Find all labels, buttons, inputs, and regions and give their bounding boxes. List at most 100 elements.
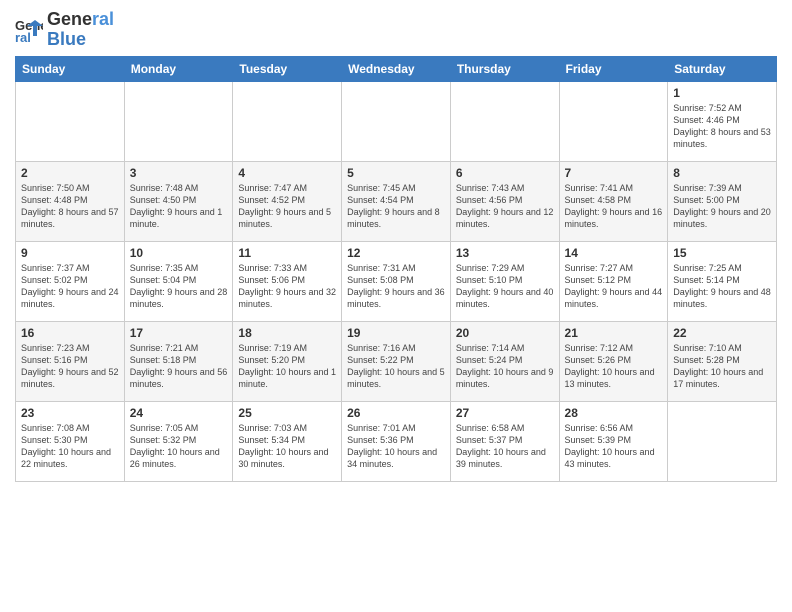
calendar-week-5: 23 Sunrise: 7:08 AM Sunset: 5:30 PM Dayli… bbox=[16, 401, 777, 481]
calendar-cell: 25 Sunrise: 7:03 AM Sunset: 5:34 PM Dayli… bbox=[233, 401, 342, 481]
weekday-header-wednesday: Wednesday bbox=[342, 56, 451, 81]
logo: Gene ral GeneralBlue bbox=[15, 10, 114, 50]
calendar-cell bbox=[342, 81, 451, 161]
day-info: Sunrise: 7:08 AM Sunset: 5:30 PM Dayligh… bbox=[21, 422, 119, 471]
day-number: 8 bbox=[673, 166, 771, 180]
day-number: 21 bbox=[565, 326, 663, 340]
day-info: Sunrise: 7:48 AM Sunset: 4:50 PM Dayligh… bbox=[130, 182, 228, 231]
day-number: 23 bbox=[21, 406, 119, 420]
day-info: Sunrise: 7:37 AM Sunset: 5:02 PM Dayligh… bbox=[21, 262, 119, 311]
day-info: Sunrise: 7:47 AM Sunset: 4:52 PM Dayligh… bbox=[238, 182, 336, 231]
calendar-cell: 4 Sunrise: 7:47 AM Sunset: 4:52 PM Daylig… bbox=[233, 161, 342, 241]
calendar-cell: 19Sunrise: 7:16 AM Sunset: 5:22 PM Dayli… bbox=[342, 321, 451, 401]
calendar-cell: 6Sunrise: 7:43 AM Sunset: 4:56 PM Daylig… bbox=[450, 161, 559, 241]
calendar-cell: 11 Sunrise: 7:33 AM Sunset: 5:06 PM Dayli… bbox=[233, 241, 342, 321]
day-number: 28 bbox=[565, 406, 663, 420]
day-info: Sunrise: 7:14 AM Sunset: 5:24 PM Dayligh… bbox=[456, 342, 554, 391]
day-number: 2 bbox=[21, 166, 119, 180]
day-info: Sunrise: 6:56 AM Sunset: 5:39 PM Dayligh… bbox=[565, 422, 663, 471]
day-info: Sunrise: 7:29 AM Sunset: 5:10 PM Dayligh… bbox=[456, 262, 554, 311]
day-info: Sunrise: 7:50 AM Sunset: 4:48 PM Dayligh… bbox=[21, 182, 119, 231]
calendar-cell bbox=[559, 81, 668, 161]
day-info: Sunrise: 7:23 AM Sunset: 5:16 PM Dayligh… bbox=[21, 342, 119, 391]
calendar-week-1: 1 Sunrise: 7:52 AM Sunset: 4:46 PM Daylig… bbox=[16, 81, 777, 161]
day-info: Sunrise: 7:16 AM Sunset: 5:22 PM Dayligh… bbox=[347, 342, 445, 391]
calendar-cell: 3 Sunrise: 7:48 AM Sunset: 4:50 PM Daylig… bbox=[124, 161, 233, 241]
day-info: Sunrise: 7:01 AM Sunset: 5:36 PM Dayligh… bbox=[347, 422, 445, 471]
calendar-cell: 22 Sunrise: 7:10 AM Sunset: 5:28 PM Dayli… bbox=[668, 321, 777, 401]
calendar-cell: 17 Sunrise: 7:21 AM Sunset: 5:18 PM Dayli… bbox=[124, 321, 233, 401]
calendar-cell: 9 Sunrise: 7:37 AM Sunset: 5:02 PM Daylig… bbox=[16, 241, 125, 321]
day-info: Sunrise: 7:31 AM Sunset: 5:08 PM Dayligh… bbox=[347, 262, 445, 311]
calendar-cell: 15Sunrise: 7:25 AM Sunset: 5:14 PM Dayli… bbox=[668, 241, 777, 321]
calendar-cell: 10Sunrise: 7:35 AM Sunset: 5:04 PM Dayli… bbox=[124, 241, 233, 321]
day-number: 24 bbox=[130, 406, 228, 420]
day-number: 6 bbox=[456, 166, 554, 180]
day-number: 7 bbox=[565, 166, 663, 180]
calendar-cell: 27 Sunrise: 6:58 AM Sunset: 5:37 PM Dayli… bbox=[450, 401, 559, 481]
day-info: Sunrise: 7:52 AM Sunset: 4:46 PM Dayligh… bbox=[673, 102, 771, 151]
calendar-cell: 13Sunrise: 7:29 AM Sunset: 5:10 PM Dayli… bbox=[450, 241, 559, 321]
weekday-header-friday: Friday bbox=[559, 56, 668, 81]
page: Gene ral GeneralBlue SundayMondayTuesday… bbox=[0, 0, 792, 612]
day-number: 11 bbox=[238, 246, 336, 260]
weekday-header-monday: Monday bbox=[124, 56, 233, 81]
calendar-cell: 26 Sunrise: 7:01 AM Sunset: 5:36 PM Dayli… bbox=[342, 401, 451, 481]
weekday-header-sunday: Sunday bbox=[16, 56, 125, 81]
calendar-cell: 7 Sunrise: 7:41 AM Sunset: 4:58 PM Daylig… bbox=[559, 161, 668, 241]
day-number: 25 bbox=[238, 406, 336, 420]
day-info: Sunrise: 7:33 AM Sunset: 5:06 PM Dayligh… bbox=[238, 262, 336, 311]
svg-text:ral: ral bbox=[15, 30, 31, 44]
calendar-cell: 14 Sunrise: 7:27 AM Sunset: 5:12 PM Dayli… bbox=[559, 241, 668, 321]
day-number: 20 bbox=[456, 326, 554, 340]
day-info: Sunrise: 6:58 AM Sunset: 5:37 PM Dayligh… bbox=[456, 422, 554, 471]
day-number: 26 bbox=[347, 406, 445, 420]
day-info: Sunrise: 7:19 AM Sunset: 5:20 PM Dayligh… bbox=[238, 342, 336, 391]
calendar-cell bbox=[16, 81, 125, 161]
calendar-cell: 2 Sunrise: 7:50 AM Sunset: 4:48 PM Daylig… bbox=[16, 161, 125, 241]
calendar-cell bbox=[124, 81, 233, 161]
day-info: Sunrise: 7:12 AM Sunset: 5:26 PM Dayligh… bbox=[565, 342, 663, 391]
day-info: Sunrise: 7:03 AM Sunset: 5:34 PM Dayligh… bbox=[238, 422, 336, 471]
day-number: 15 bbox=[673, 246, 771, 260]
day-info: Sunrise: 7:39 AM Sunset: 5:00 PM Dayligh… bbox=[673, 182, 771, 231]
day-info: Sunrise: 7:10 AM Sunset: 5:28 PM Dayligh… bbox=[673, 342, 771, 391]
day-number: 3 bbox=[130, 166, 228, 180]
calendar-cell: 16Sunrise: 7:23 AM Sunset: 5:16 PM Dayli… bbox=[16, 321, 125, 401]
calendar-week-2: 2 Sunrise: 7:50 AM Sunset: 4:48 PM Daylig… bbox=[16, 161, 777, 241]
weekday-header-thursday: Thursday bbox=[450, 56, 559, 81]
day-info: Sunrise: 7:27 AM Sunset: 5:12 PM Dayligh… bbox=[565, 262, 663, 311]
header: Gene ral GeneralBlue bbox=[15, 10, 777, 50]
day-number: 18 bbox=[238, 326, 336, 340]
day-number: 9 bbox=[21, 246, 119, 260]
calendar-cell: 12 Sunrise: 7:31 AM Sunset: 5:08 PM Dayli… bbox=[342, 241, 451, 321]
calendar-cell: 20 Sunrise: 7:14 AM Sunset: 5:24 PM Dayli… bbox=[450, 321, 559, 401]
day-number: 12 bbox=[347, 246, 445, 260]
calendar-body: 1 Sunrise: 7:52 AM Sunset: 4:46 PM Daylig… bbox=[16, 81, 777, 481]
calendar-cell: 1 Sunrise: 7:52 AM Sunset: 4:46 PM Daylig… bbox=[668, 81, 777, 161]
calendar-cell: 18 Sunrise: 7:19 AM Sunset: 5:20 PM Dayli… bbox=[233, 321, 342, 401]
day-number: 17 bbox=[130, 326, 228, 340]
day-info: Sunrise: 7:45 AM Sunset: 4:54 PM Dayligh… bbox=[347, 182, 445, 231]
logo-icon: Gene ral bbox=[15, 16, 43, 44]
calendar-week-4: 16Sunrise: 7:23 AM Sunset: 5:16 PM Dayli… bbox=[16, 321, 777, 401]
day-number: 22 bbox=[673, 326, 771, 340]
weekday-header-saturday: Saturday bbox=[668, 56, 777, 81]
day-number: 5 bbox=[347, 166, 445, 180]
day-number: 4 bbox=[238, 166, 336, 180]
calendar-cell: 24 Sunrise: 7:05 AM Sunset: 5:32 PM Dayli… bbox=[124, 401, 233, 481]
day-info: Sunrise: 7:05 AM Sunset: 5:32 PM Dayligh… bbox=[130, 422, 228, 471]
day-number: 14 bbox=[565, 246, 663, 260]
day-info: Sunrise: 7:21 AM Sunset: 5:18 PM Dayligh… bbox=[130, 342, 228, 391]
weekday-header-tuesday: Tuesday bbox=[233, 56, 342, 81]
day-number: 27 bbox=[456, 406, 554, 420]
weekday-header: SundayMondayTuesdayWednesdayThursdayFrid… bbox=[16, 56, 777, 81]
calendar-cell bbox=[668, 401, 777, 481]
day-number: 1 bbox=[673, 86, 771, 100]
calendar-cell: 21 Sunrise: 7:12 AM Sunset: 5:26 PM Dayli… bbox=[559, 321, 668, 401]
calendar-cell: 28 Sunrise: 6:56 AM Sunset: 5:39 PM Dayli… bbox=[559, 401, 668, 481]
calendar-cell: 5 Sunrise: 7:45 AM Sunset: 4:54 PM Daylig… bbox=[342, 161, 451, 241]
calendar-cell: 8 Sunrise: 7:39 AM Sunset: 5:00 PM Daylig… bbox=[668, 161, 777, 241]
logo-text: GeneralBlue bbox=[47, 10, 114, 50]
day-info: Sunrise: 7:41 AM Sunset: 4:58 PM Dayligh… bbox=[565, 182, 663, 231]
